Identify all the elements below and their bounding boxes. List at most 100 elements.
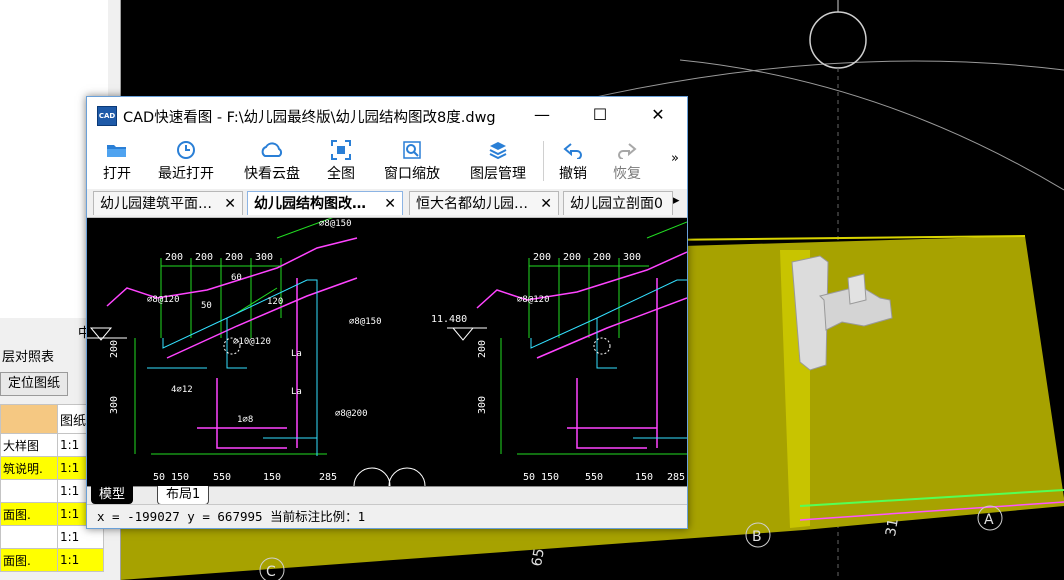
fit-all-button[interactable]: 全图 bbox=[323, 137, 359, 187]
dim-text: 200 bbox=[109, 340, 120, 358]
drawing-name bbox=[0, 525, 58, 549]
rebar-label: La bbox=[291, 387, 302, 397]
undo-label: 撤销 bbox=[559, 166, 587, 182]
rebar-label: ⌀8@120 bbox=[517, 295, 550, 305]
drawing-name: 筑说明. bbox=[0, 456, 58, 480]
axis-bubble-top bbox=[809, 11, 867, 69]
recent-label: 最近打开 bbox=[158, 166, 214, 182]
redo-icon bbox=[609, 137, 645, 163]
level-text: 11.480 bbox=[431, 314, 467, 325]
drawing-name: 面图. bbox=[0, 502, 58, 526]
undo-button[interactable]: 撤销 bbox=[555, 137, 591, 187]
dim-text: 285 bbox=[319, 472, 337, 483]
rebar-label: 1⌀8 bbox=[237, 415, 253, 425]
drawing-name: 面图. bbox=[0, 548, 58, 572]
locate-drawing-button[interactable]: 定位图纸 bbox=[0, 372, 68, 396]
tab-structure-drawing[interactable]: 幼儿园结构图改… ✕ bbox=[247, 191, 403, 215]
dim-text: 150 bbox=[635, 472, 653, 483]
rebar-label: La bbox=[291, 349, 302, 359]
axis-label-C: C bbox=[266, 564, 276, 580]
dim-text: 50 bbox=[153, 472, 165, 483]
tab-close-icon[interactable]: ✕ bbox=[224, 192, 236, 215]
dim-text: 300 bbox=[623, 252, 641, 263]
axis-label-31: 31 bbox=[883, 517, 902, 537]
redo-button[interactable]: 恢复 bbox=[609, 137, 645, 187]
layer-manager-label: 图层管理 bbox=[470, 166, 526, 182]
leader-lines bbox=[87, 327, 611, 486]
dim-text: 300 bbox=[109, 396, 120, 414]
tab-elevation-section[interactable]: 幼儿园立剖面0 bbox=[563, 191, 673, 215]
close-button[interactable]: ✕ bbox=[629, 97, 687, 133]
cad-drawing-canvas[interactable]: 200 200 200 300 200 200 200 300 50 150 5… bbox=[87, 218, 687, 486]
tab-label: 幼儿园建筑平面… bbox=[100, 196, 212, 212]
toolbar: 打开 最近打开 快看云盘 全图 窗口缩放 图层管理 撤销 恢复 » bbox=[87, 133, 687, 189]
dim-text: 50 bbox=[523, 472, 535, 483]
minimize-button[interactable]: — bbox=[513, 97, 571, 133]
tab-hengda-kindergarten[interactable]: 恒大名都幼儿园… ✕ bbox=[409, 191, 559, 215]
rebar-label: 60 bbox=[231, 273, 242, 283]
dim-text: 300 bbox=[255, 252, 273, 263]
axis-label-A: A bbox=[984, 512, 994, 528]
drawing-name bbox=[0, 479, 58, 503]
clock-icon bbox=[153, 137, 219, 163]
table-header-cell bbox=[0, 404, 58, 434]
fit-all-icon bbox=[323, 137, 359, 163]
tab-close-icon[interactable]: ✕ bbox=[540, 192, 552, 215]
document-tabs: 幼儿园建筑平面… ✕ 幼儿园结构图改… ✕ 恒大名都幼儿园… ✕ 幼儿园立剖面0… bbox=[87, 189, 687, 218]
dim-text: 300 bbox=[477, 396, 488, 414]
layers-icon bbox=[465, 137, 531, 163]
maximize-button[interactable]: ☐ bbox=[571, 97, 629, 133]
drawing-scale: 1:1 bbox=[57, 548, 104, 572]
folder-icon bbox=[97, 137, 137, 163]
rebar-label: 120 bbox=[267, 297, 283, 307]
layer-manager-button[interactable]: 图层管理 bbox=[465, 137, 531, 187]
status-bar: x = -199027 y = 667995 当前标注比例：1 bbox=[87, 504, 687, 528]
table-row[interactable]: 面图. 1:1 bbox=[0, 548, 104, 572]
tab-scroll-arrow[interactable]: ▸ bbox=[673, 193, 680, 208]
title-bar[interactable]: CAD CAD快速看图 - F:\幼儿园最终版\幼儿园结构图改8度.dwg — … bbox=[87, 97, 687, 133]
dim-text: 150 bbox=[541, 472, 559, 483]
recent-button[interactable]: 最近打开 bbox=[153, 137, 219, 187]
open-label: 打开 bbox=[103, 166, 131, 182]
tab-close-icon[interactable]: ✕ bbox=[384, 192, 396, 215]
zoom-window-icon bbox=[379, 137, 445, 163]
axis-label-65: 65 bbox=[529, 547, 548, 567]
open-button[interactable]: 打开 bbox=[97, 137, 137, 187]
more-tools-button[interactable]: » bbox=[671, 151, 679, 166]
window-zoom-label: 窗口缩放 bbox=[384, 166, 440, 182]
app-icon: CAD bbox=[97, 106, 117, 126]
rebar-profile bbox=[106, 237, 687, 449]
cad-viewer-window: CAD CAD快速看图 - F:\幼儿园最终版\幼儿园结构图改8度.dwg — … bbox=[86, 96, 688, 529]
drawing-name: 大样图 bbox=[0, 433, 58, 457]
rebar-label: ⌀8@150 bbox=[349, 317, 382, 327]
dim-text: 200 bbox=[533, 252, 551, 263]
panel-title: 层对照表 bbox=[2, 350, 55, 365]
concrete-outline bbox=[147, 279, 687, 456]
cloud-button[interactable]: 快看云盘 bbox=[239, 137, 305, 187]
redo-label: 恢复 bbox=[613, 166, 641, 182]
dim-text: 200 bbox=[195, 252, 213, 263]
tab-label: 幼儿园结构图改… bbox=[254, 196, 366, 212]
dim-text: 200 bbox=[225, 252, 243, 263]
rebar-label: ⌀10@120 bbox=[233, 337, 271, 347]
dim-text: 150 bbox=[263, 472, 281, 483]
grid-arc-2 bbox=[679, 59, 1064, 191]
tab-architecture-plan[interactable]: 幼儿园建筑平面… ✕ bbox=[93, 191, 243, 215]
toolbar-separator bbox=[543, 141, 544, 181]
dim-text: 285 bbox=[667, 472, 685, 483]
window-zoom-button[interactable]: 窗口缩放 bbox=[379, 137, 445, 187]
tab-label: 幼儿园立剖面0 bbox=[570, 196, 663, 212]
rebar-label: 50 bbox=[201, 301, 212, 311]
rebar-label: 4⌀12 bbox=[171, 385, 193, 395]
window-title: CAD快速看图 - F:\幼儿园最终版\幼儿园结构图改8度.dwg bbox=[123, 110, 496, 126]
dim-text: 550 bbox=[213, 472, 231, 483]
dim-text: 150 bbox=[171, 472, 189, 483]
model-tab[interactable]: 模型 bbox=[91, 486, 134, 504]
dim-text: 200 bbox=[165, 252, 183, 263]
axis-label-B: B bbox=[752, 529, 762, 545]
dim-text: 200 bbox=[477, 340, 488, 358]
fit-all-label: 全图 bbox=[327, 166, 355, 182]
rebar-label: ⌀8@150 bbox=[319, 219, 352, 229]
rebar-label: ⌀8@200 bbox=[335, 409, 368, 419]
layout1-tab[interactable]: 布局1 bbox=[157, 486, 210, 505]
